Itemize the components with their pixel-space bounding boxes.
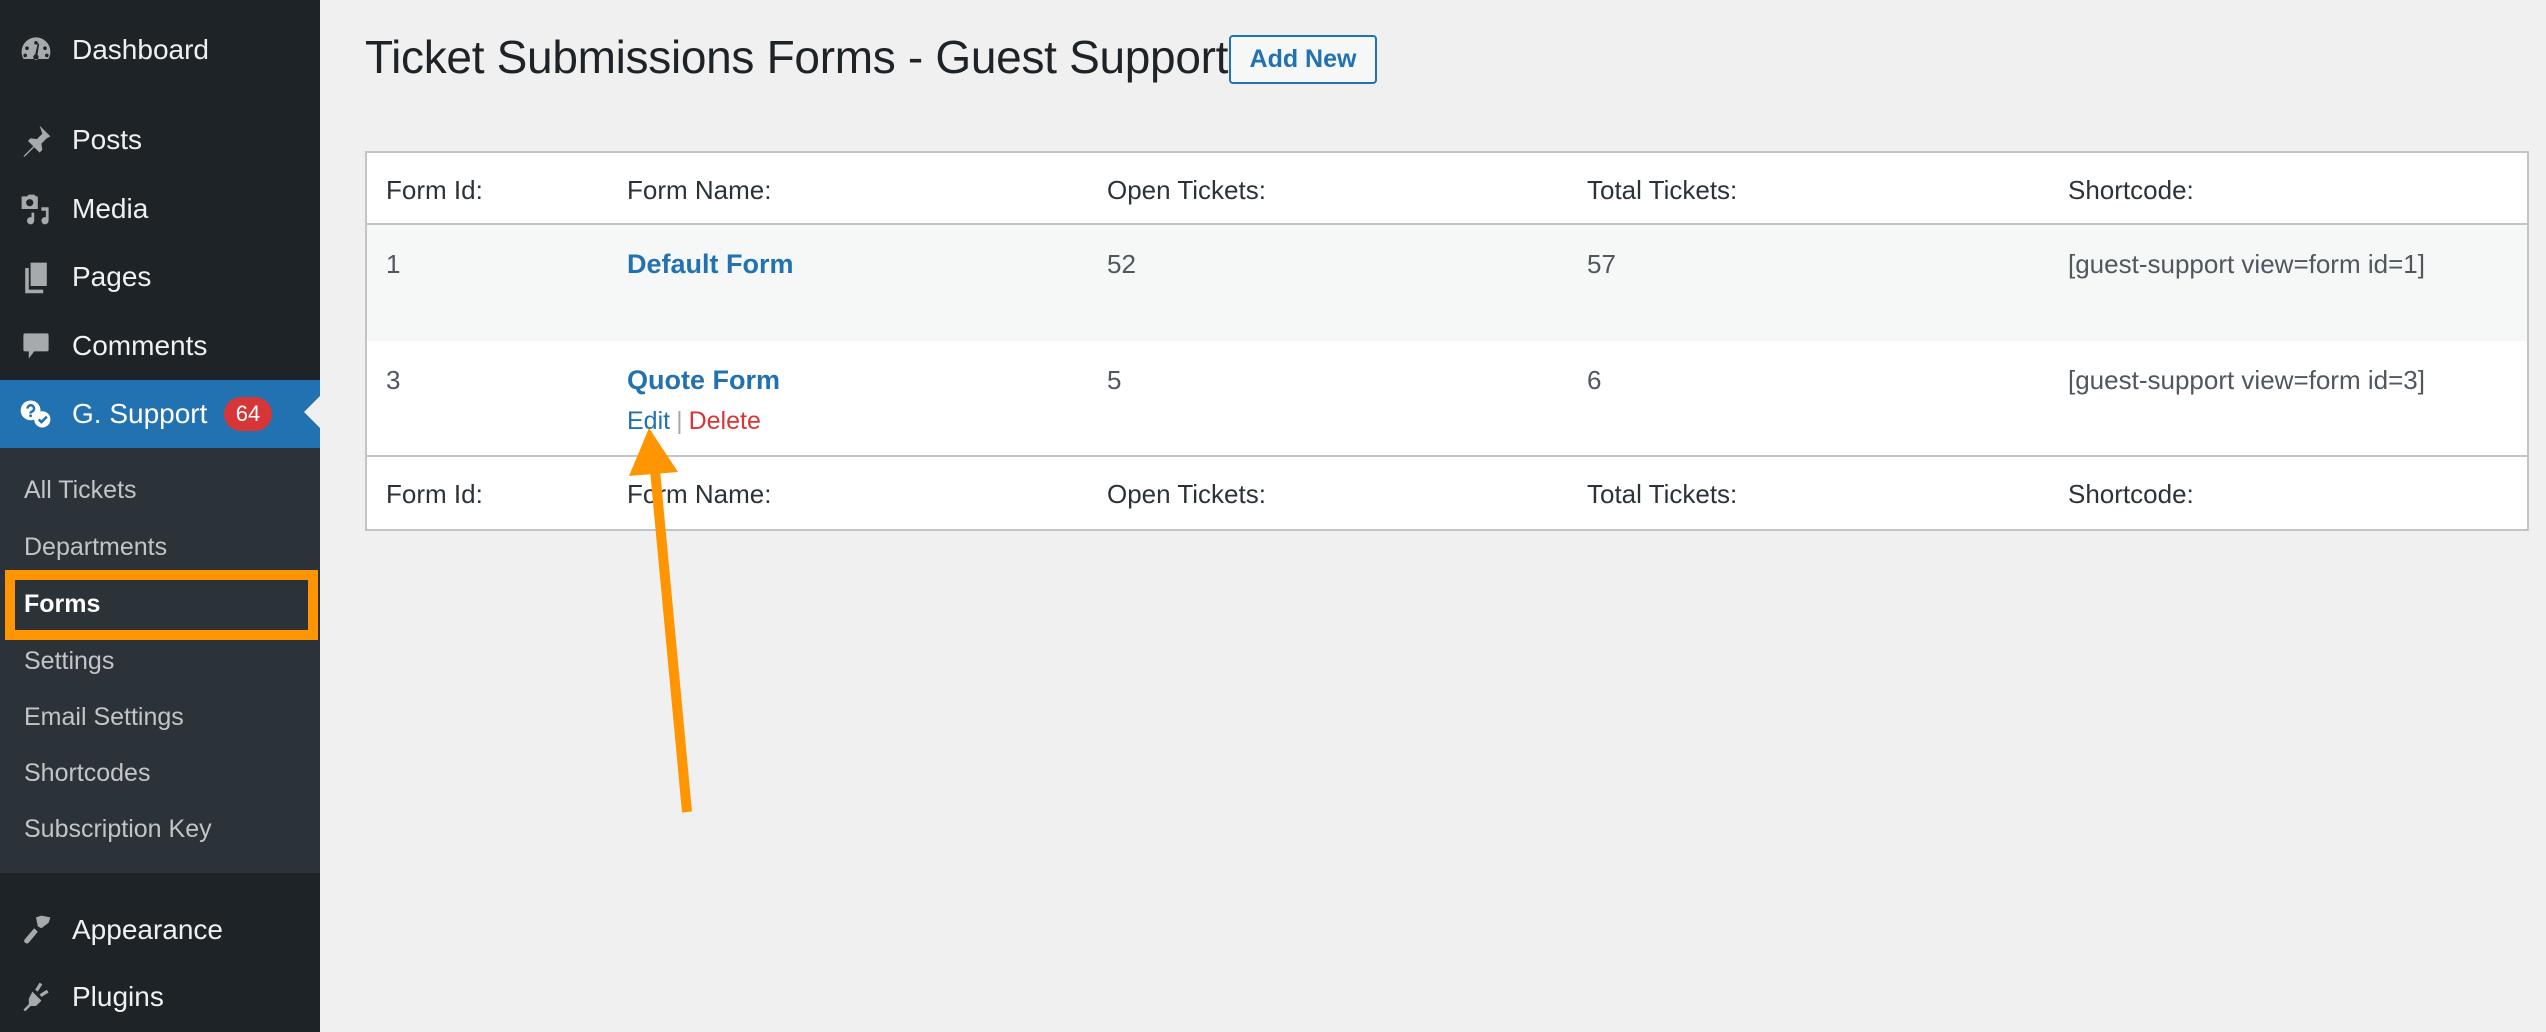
- column-footer-total-tickets: Total Tickets:: [1587, 479, 1738, 509]
- form-id: 3: [386, 365, 401, 395]
- sidebar-item-label: Dashboard: [72, 34, 209, 65]
- total-tickets: 57: [1587, 249, 1616, 279]
- support-icon: [18, 396, 54, 432]
- sidebar-item-label: Posts: [72, 124, 143, 155]
- sidebar-item-label: Plugins: [72, 981, 164, 1012]
- sidebar-item-label: Appearance: [72, 914, 224, 945]
- dashboard-icon: [18, 32, 54, 68]
- media-icon: [18, 191, 54, 227]
- open-tickets: 5: [1107, 365, 1122, 395]
- comment-icon: [18, 328, 54, 364]
- form-name-link[interactable]: Default Form: [627, 249, 794, 280]
- column-header-shortcode: Shortcode:: [2068, 175, 2194, 205]
- column-footer-form-id: Form Id:: [386, 479, 483, 509]
- shortcode: [guest-support view=form id=1]: [2068, 249, 2425, 279]
- column-header-open-tickets: Open Tickets:: [1107, 175, 1266, 205]
- sidebar-item-g-support[interactable]: G. Support 64: [0, 380, 320, 448]
- sidebar-item-media[interactable]: Media: [0, 179, 320, 239]
- column-header-total-tickets: Total Tickets:: [1587, 175, 1738, 205]
- submenu-item-subscription-key[interactable]: Subscription Key: [0, 804, 320, 854]
- current-menu-notch: [304, 396, 320, 428]
- sidebar-item-appearance[interactable]: Appearance: [0, 900, 320, 960]
- sidebar-item-posts[interactable]: Posts: [0, 110, 320, 170]
- sidebar-item-plugins[interactable]: Plugins: [0, 967, 320, 1027]
- submenu-item-forms[interactable]: Forms: [0, 579, 320, 629]
- admin-sidebar: Dashboard Posts Media Pages Comments G. …: [0, 0, 320, 1032]
- sidebar-item-label: G. Support: [72, 398, 208, 429]
- delete-link[interactable]: Delete: [689, 407, 761, 435]
- column-footer-shortcode: Shortcode:: [2068, 479, 2194, 509]
- submenu-item-departments[interactable]: Departments: [0, 522, 320, 572]
- add-new-button[interactable]: Add New: [1229, 35, 1377, 84]
- sidebar-item-pages[interactable]: Pages: [0, 247, 320, 307]
- sidebar-item-comments[interactable]: Comments: [0, 316, 320, 376]
- column-footer-open-tickets: Open Tickets:: [1107, 479, 1266, 509]
- form-name-link[interactable]: Quote Form: [627, 365, 780, 396]
- pin-icon: [18, 122, 54, 158]
- submenu-item-all-tickets[interactable]: All Tickets: [0, 465, 320, 515]
- column-footer-form-name: Form Name:: [627, 479, 772, 509]
- action-separator: |: [676, 407, 683, 435]
- open-tickets: 52: [1107, 249, 1136, 279]
- total-tickets: 6: [1587, 365, 1602, 395]
- plugin-icon: [18, 979, 54, 1015]
- table-row: 1 Default Form 52 57 [guest-support view…: [367, 225, 2527, 341]
- shortcode: [guest-support view=form id=3]: [2068, 365, 2425, 395]
- row-actions: Edit | Delete: [627, 407, 761, 436]
- table-row: 3 Quote Form Edit | Delete 5 6 [guest-supp…: [367, 341, 2527, 457]
- table-header-row: Form Id: Form Name: Open Tickets: Total …: [367, 153, 2527, 225]
- g-support-submenu: All Tickets Departments Forms Settings E…: [0, 448, 320, 873]
- form-id: 1: [386, 249, 401, 279]
- table-footer-row: Form Id: Form Name: Open Tickets: Total …: [367, 457, 2527, 529]
- notification-badge: 64: [224, 397, 272, 431]
- submenu-item-settings[interactable]: Settings: [0, 636, 320, 686]
- paintbrush-icon: [18, 912, 54, 948]
- page-title: Ticket Submissions Forms - Guest Support: [365, 31, 1229, 83]
- submenu-item-email-settings[interactable]: Email Settings: [0, 692, 320, 742]
- column-header-form-id: Form Id:: [386, 175, 483, 205]
- pages-icon: [18, 259, 54, 295]
- sidebar-item-label: Pages: [72, 261, 152, 292]
- forms-table: Form Id: Form Name: Open Tickets: Total …: [365, 151, 2529, 531]
- edit-link[interactable]: Edit: [627, 407, 670, 435]
- sidebar-item-label: Comments: [72, 330, 208, 361]
- column-header-form-name: Form Name:: [627, 175, 772, 205]
- submenu-item-shortcodes[interactable]: Shortcodes: [0, 748, 320, 798]
- sidebar-item-label: Media: [72, 193, 149, 224]
- sidebar-item-dashboard[interactable]: Dashboard: [0, 20, 320, 80]
